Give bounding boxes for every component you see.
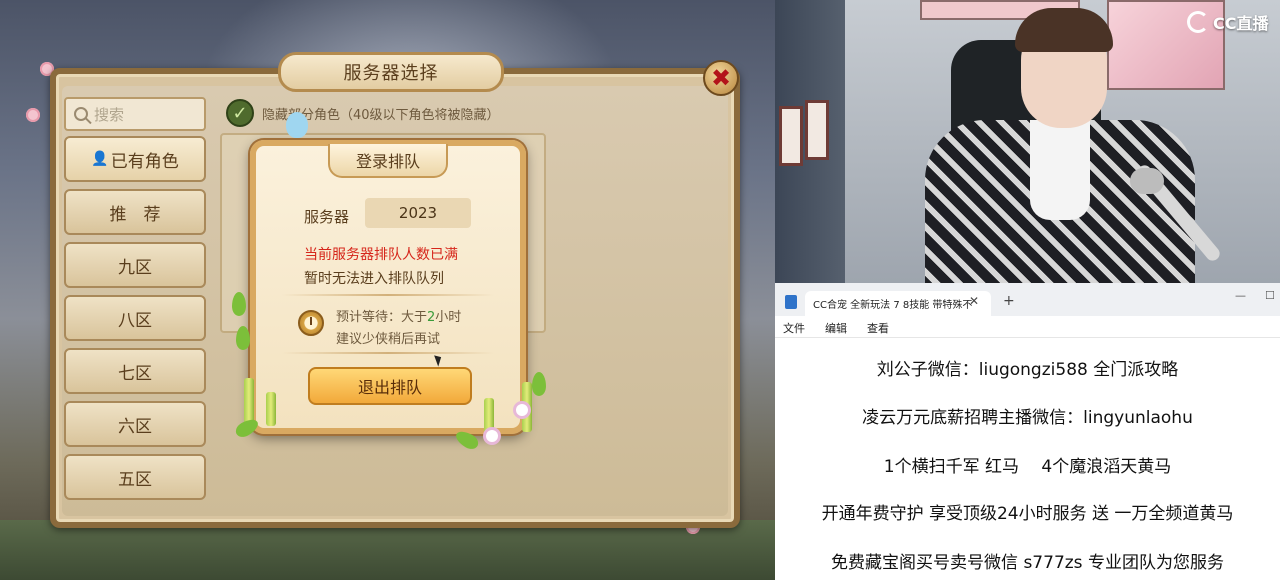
sidebar-item-label: 推 荐: [109, 204, 161, 225]
close-button[interactable]: ✖: [703, 60, 739, 96]
webcam-view: CC直播: [775, 0, 1280, 283]
sidebar-item-zone-9[interactable]: 九区: [64, 242, 206, 288]
leaf-decoration: [236, 326, 250, 350]
bamboo-decoration: [266, 392, 276, 426]
minimize-button[interactable]: —: [1235, 289, 1246, 302]
blossom-decoration: [26, 108, 40, 122]
sidebar-item-label: 已有角色: [110, 151, 179, 172]
menu-edit[interactable]: 编辑: [825, 320, 847, 336]
text-line[interactable]: 刘公子微信：liugongzi588 全门派攻略: [775, 355, 1280, 380]
tab-bar: CC合宠 全新玩法 7 8技能 带特殊不 ✕ + — ☐: [775, 283, 1280, 316]
streamer-shirt: [1030, 120, 1090, 220]
queue-unavailable-text: 暂时无法进入排队队列: [304, 271, 444, 287]
sidebar-item-zone-8[interactable]: 八区: [64, 295, 206, 341]
bunny-decoration: [286, 112, 308, 138]
server-value: 2023: [365, 198, 471, 228]
notepad-window: CC合宠 全新玩法 7 8技能 带特殊不 ✕ + — ☐ 文件 编辑 查看 刘公…: [775, 283, 1280, 580]
divider: [282, 294, 494, 296]
menu-view[interactable]: 查看: [867, 320, 889, 336]
microphone-icon: [1130, 168, 1164, 194]
text-line[interactable]: 免费藏宝阁买号卖号微信 s777zs 专业团队为您服务: [775, 548, 1280, 573]
text-line[interactable]: 1个横扫千军 红马 4个魔浪滔天黄马: [775, 452, 1280, 477]
streamer-hair: [1015, 8, 1113, 52]
text-line[interactable]: 凌云万元底薪招聘主播微信：lingyunlaohu: [775, 403, 1280, 428]
maximize-button[interactable]: ☐: [1265, 289, 1275, 302]
tab-title: CC合宠 全新玩法 7 8技能 带特殊不: [813, 300, 973, 311]
notepad-icon: [785, 295, 797, 309]
cc-logo-icon: [1187, 11, 1209, 33]
wait-prefix: 预计等待：大于: [336, 310, 428, 325]
sidebar-item-recommended[interactable]: 推 荐: [64, 189, 206, 235]
tab-document[interactable]: CC合宠 全新玩法 7 8技能 带特殊不: [805, 291, 991, 316]
certificate-frame: [805, 100, 829, 160]
wait-suffix: 小时: [435, 310, 462, 325]
menu-file[interactable]: 文件: [783, 320, 805, 336]
bamboo-decoration: [244, 378, 254, 424]
text-line[interactable]: 开通年费守护 享受顶级24小时服务 送 一万全频道黄马: [775, 499, 1280, 524]
sidebar-item-label: 五区: [118, 469, 152, 490]
divider: [282, 352, 494, 354]
menu-bar: 文件 编辑 查看: [775, 316, 1280, 338]
queue-full-warning: 当前服务器排队人数已满: [304, 247, 458, 263]
leaf-decoration: [232, 292, 246, 316]
hide-roles-checkbox[interactable]: ✓: [226, 99, 254, 127]
search-input[interactable]: 搜索: [64, 97, 206, 131]
bamboo-decoration: [484, 398, 494, 434]
sidebar-item-my-roles[interactable]: 👤 已有角色: [64, 136, 206, 182]
leaf-decoration: [532, 372, 546, 396]
sidebar-item-label: 八区: [118, 310, 152, 331]
flower-decoration: [516, 404, 528, 416]
retry-advice: 建议少侠稍后再试: [336, 332, 441, 347]
certificate-frame: [779, 106, 803, 166]
cc-live-logo: CC直播: [1187, 10, 1269, 34]
estimated-wait: 预计等待：大于2小时: [336, 306, 461, 325]
sidebar-item-label: 九区: [118, 257, 152, 278]
server-label: 服务器: [304, 208, 350, 226]
game-view: 服务器选择 ✖ 搜索 ✓ 隐藏部分角色（40级以下角色将被隐藏） 👤 已有角色 …: [0, 0, 775, 580]
person-icon: 👤: [91, 151, 109, 167]
new-tab-button[interactable]: +: [1003, 293, 1015, 309]
logo-text: CC直播: [1213, 14, 1269, 33]
sidebar-item-zone-5[interactable]: 五区: [64, 454, 206, 500]
search-icon: [74, 107, 88, 121]
queue-dialog: 登录排队 服务器 2023 当前服务器排队人数已满 暂时无法进入排队队列 预计等…: [250, 140, 526, 434]
sidebar-item-zone-6[interactable]: 六区: [64, 401, 206, 447]
flower-decoration: [486, 430, 498, 442]
check-icon: ✓: [232, 102, 248, 124]
exit-queue-button[interactable]: 退出排队: [308, 367, 472, 405]
sidebar-item-label: 六区: [118, 416, 152, 437]
tab-close-icon[interactable]: ✕: [969, 294, 979, 308]
ground: [0, 520, 775, 580]
screen: 服务器选择 ✖ 搜索 ✓ 隐藏部分角色（40级以下角色将被隐藏） 👤 已有角色 …: [0, 0, 1280, 580]
search-placeholder: 搜索: [94, 105, 125, 124]
dialog-title: 登录排队: [328, 144, 448, 178]
panel-title: 服务器选择: [278, 52, 504, 92]
sidebar-item-label: 七区: [118, 363, 152, 384]
sidebar-item-zone-7[interactable]: 七区: [64, 348, 206, 394]
clock-icon: [298, 310, 324, 336]
